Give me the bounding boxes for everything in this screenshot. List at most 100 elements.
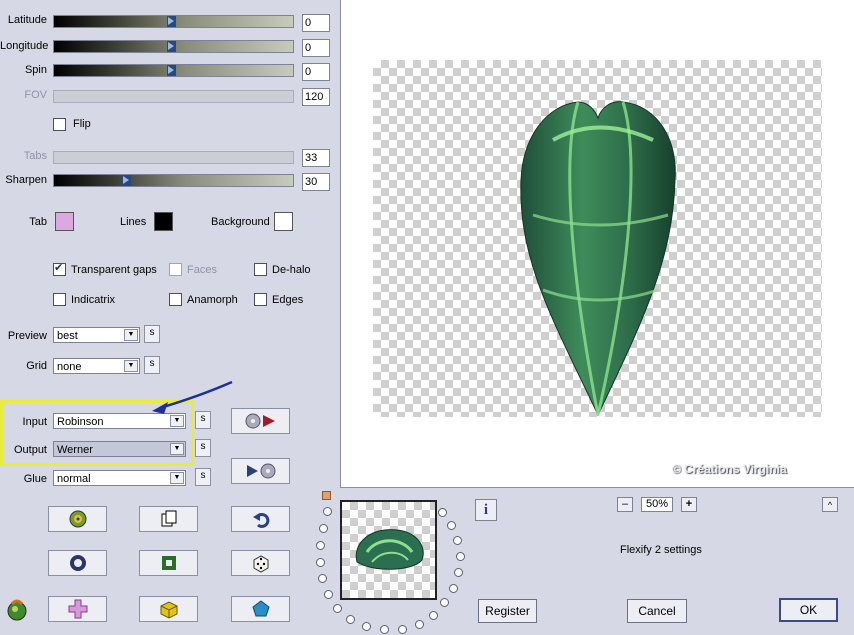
rotation-dot[interactable]: [438, 508, 447, 517]
zoom-value: 50%: [641, 497, 673, 512]
ok-button[interactable]: OK: [779, 598, 838, 622]
tabs-value[interactable]: 33: [302, 149, 330, 167]
cross-icon: [68, 599, 87, 619]
input-select-value: Robinson: [57, 416, 104, 428]
preview-s-button[interactable]: s: [144, 325, 160, 343]
longitude-label: Longitude: [0, 40, 49, 52]
de-halo-checkbox[interactable]: [254, 263, 267, 276]
collapse-button[interactable]: ^: [822, 497, 838, 512]
rotation-dot[interactable]: [415, 620, 424, 629]
tab-color-swatch[interactable]: [55, 212, 74, 231]
fov-label: FOV: [24, 89, 47, 101]
rotation-dot[interactable]: [323, 507, 332, 516]
cancel-button[interactable]: Cancel: [627, 599, 687, 623]
preview-select[interactable]: best ▼: [53, 327, 140, 343]
background-color-label: Background: [211, 216, 270, 228]
faces-label: Faces: [187, 264, 217, 276]
latitude-slider-thumb[interactable]: [167, 16, 176, 27]
rotation-dot[interactable]: [316, 541, 325, 550]
longitude-value[interactable]: 0: [302, 39, 330, 57]
chevron-down-icon[interactable]: ▼: [170, 443, 184, 455]
rotation-dot[interactable]: [380, 625, 389, 634]
spin-value[interactable]: 0: [302, 63, 330, 81]
save-preset-button[interactable]: [231, 458, 290, 484]
chevron-down-icon[interactable]: ▼: [124, 360, 138, 372]
indicatrix-checkbox[interactable]: [53, 293, 66, 306]
rotation-dot[interactable]: [447, 521, 456, 530]
navigator-thumbnail[interactable]: [340, 500, 437, 600]
tab-color-label: Tab: [29, 216, 47, 228]
latitude-value[interactable]: 0: [302, 14, 330, 32]
spin-slider[interactable]: [53, 64, 294, 77]
transparent-gaps-checkbox[interactable]: ✔: [53, 262, 66, 276]
glue-select[interactable]: normal ▼: [53, 470, 186, 486]
pentagon-button[interactable]: [231, 596, 290, 622]
latitude-label: Latitude: [7, 14, 47, 26]
output-label: Output: [13, 444, 47, 456]
orientation-marker[interactable]: [322, 491, 331, 500]
rotation-dot[interactable]: [454, 568, 463, 577]
rotation-dot[interactable]: [449, 584, 458, 593]
rotation-dot[interactable]: [398, 625, 407, 634]
cube-button[interactable]: [139, 596, 198, 622]
grid-select[interactable]: none ▼: [53, 358, 140, 374]
randomize-button[interactable]: [48, 506, 107, 532]
rotation-dot[interactable]: [316, 558, 325, 567]
sharpen-label: Sharpen: [5, 174, 47, 186]
cd-play-icon: [245, 413, 275, 429]
play-cd-icon: [246, 463, 275, 479]
spin-slider-thumb[interactable]: [167, 65, 176, 76]
copy-button[interactable]: [139, 506, 198, 532]
copy-icon: [161, 510, 176, 527]
glue-s-button[interactable]: s: [195, 468, 211, 486]
watermark-text: © Créations Virginia: [672, 462, 787, 476]
lines-color-swatch[interactable]: [154, 212, 173, 231]
flip-label: Flip: [73, 118, 91, 130]
rotation-dot[interactable]: [440, 598, 449, 607]
undo-icon: [252, 512, 269, 528]
register-button[interactable]: Register: [478, 599, 537, 623]
grid-s-button[interactable]: s: [144, 356, 160, 374]
rotation-dot[interactable]: [333, 604, 342, 613]
info-icon: i: [483, 502, 489, 518]
tabs-slider: [53, 151, 294, 164]
rotation-dot[interactable]: [324, 590, 333, 599]
output-select[interactable]: Werner ▼: [53, 441, 186, 457]
output-s-button[interactable]: s: [195, 439, 211, 457]
longitude-slider[interactable]: [53, 40, 294, 53]
rotation-dot[interactable]: [453, 536, 462, 545]
latitude-slider[interactable]: [53, 15, 294, 28]
edges-checkbox[interactable]: [254, 293, 267, 306]
sharpen-slider-thumb[interactable]: [122, 175, 131, 186]
rotation-dot[interactable]: [362, 622, 371, 631]
zoom-in-button[interactable]: +: [681, 497, 697, 512]
fov-value[interactable]: 120: [302, 88, 330, 106]
flip-checkbox[interactable]: [53, 118, 66, 131]
frame-button[interactable]: [139, 550, 198, 576]
rotation-dot[interactable]: [429, 611, 438, 620]
dice-button[interactable]: [231, 550, 290, 576]
rotation-dot[interactable]: [318, 574, 327, 583]
ring-button[interactable]: [48, 550, 107, 576]
rotation-dot[interactable]: [456, 552, 465, 561]
rotation-dot[interactable]: [346, 615, 355, 624]
spin-label: Spin: [24, 64, 47, 76]
grid-label: Grid: [26, 360, 47, 372]
background-color-swatch[interactable]: [274, 212, 293, 231]
zoom-out-button[interactable]: –: [617, 497, 633, 512]
undo-button[interactable]: [231, 506, 290, 532]
chevron-down-icon[interactable]: ▼: [124, 329, 138, 341]
preview-label: Preview: [7, 330, 47, 342]
anamorph-checkbox[interactable]: [169, 293, 182, 306]
info-button[interactable]: i: [475, 499, 497, 521]
preview-canvas[interactable]: [373, 60, 822, 417]
cross-button[interactable]: [48, 596, 107, 622]
longitude-slider-thumb[interactable]: [167, 41, 176, 52]
output-select-value: Werner: [57, 444, 93, 456]
load-preset-button[interactable]: [231, 408, 290, 434]
ring-icon: [69, 555, 86, 571]
sharpen-value[interactable]: 30: [302, 173, 330, 191]
chevron-down-icon[interactable]: ▼: [170, 472, 184, 484]
rotation-dot[interactable]: [319, 524, 328, 533]
sharpen-slider[interactable]: [53, 174, 294, 187]
